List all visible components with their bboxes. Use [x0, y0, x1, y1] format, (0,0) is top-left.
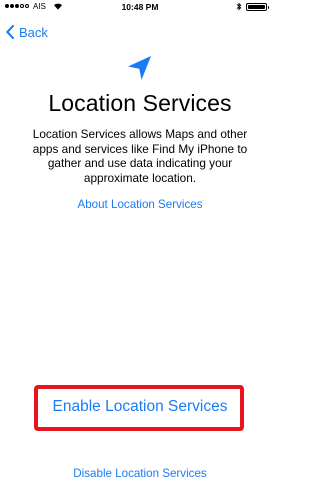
battery-icon	[246, 3, 270, 11]
about-location-services-link[interactable]: About Location Services	[0, 198, 280, 211]
enable-location-services-button[interactable]: Enable Location Services	[0, 398, 280, 416]
location-services-screen: AIS 10:48 PM Back Location Services Loca…	[0, 0, 280, 498]
back-button-label: Back	[19, 24, 48, 40]
status-bar: AIS 10:48 PM	[0, 0, 280, 14]
location-arrow-icon	[128, 56, 151, 80]
bluetooth-icon	[236, 2, 242, 13]
disable-location-services-link[interactable]: Disable Location Services	[0, 467, 280, 480]
chevron-left-icon	[6, 25, 14, 39]
page-title: Location Services	[48, 90, 232, 116]
back-button[interactable]: Back	[6, 22, 48, 42]
description-text: Location Services allows Maps and other …	[32, 127, 248, 185]
